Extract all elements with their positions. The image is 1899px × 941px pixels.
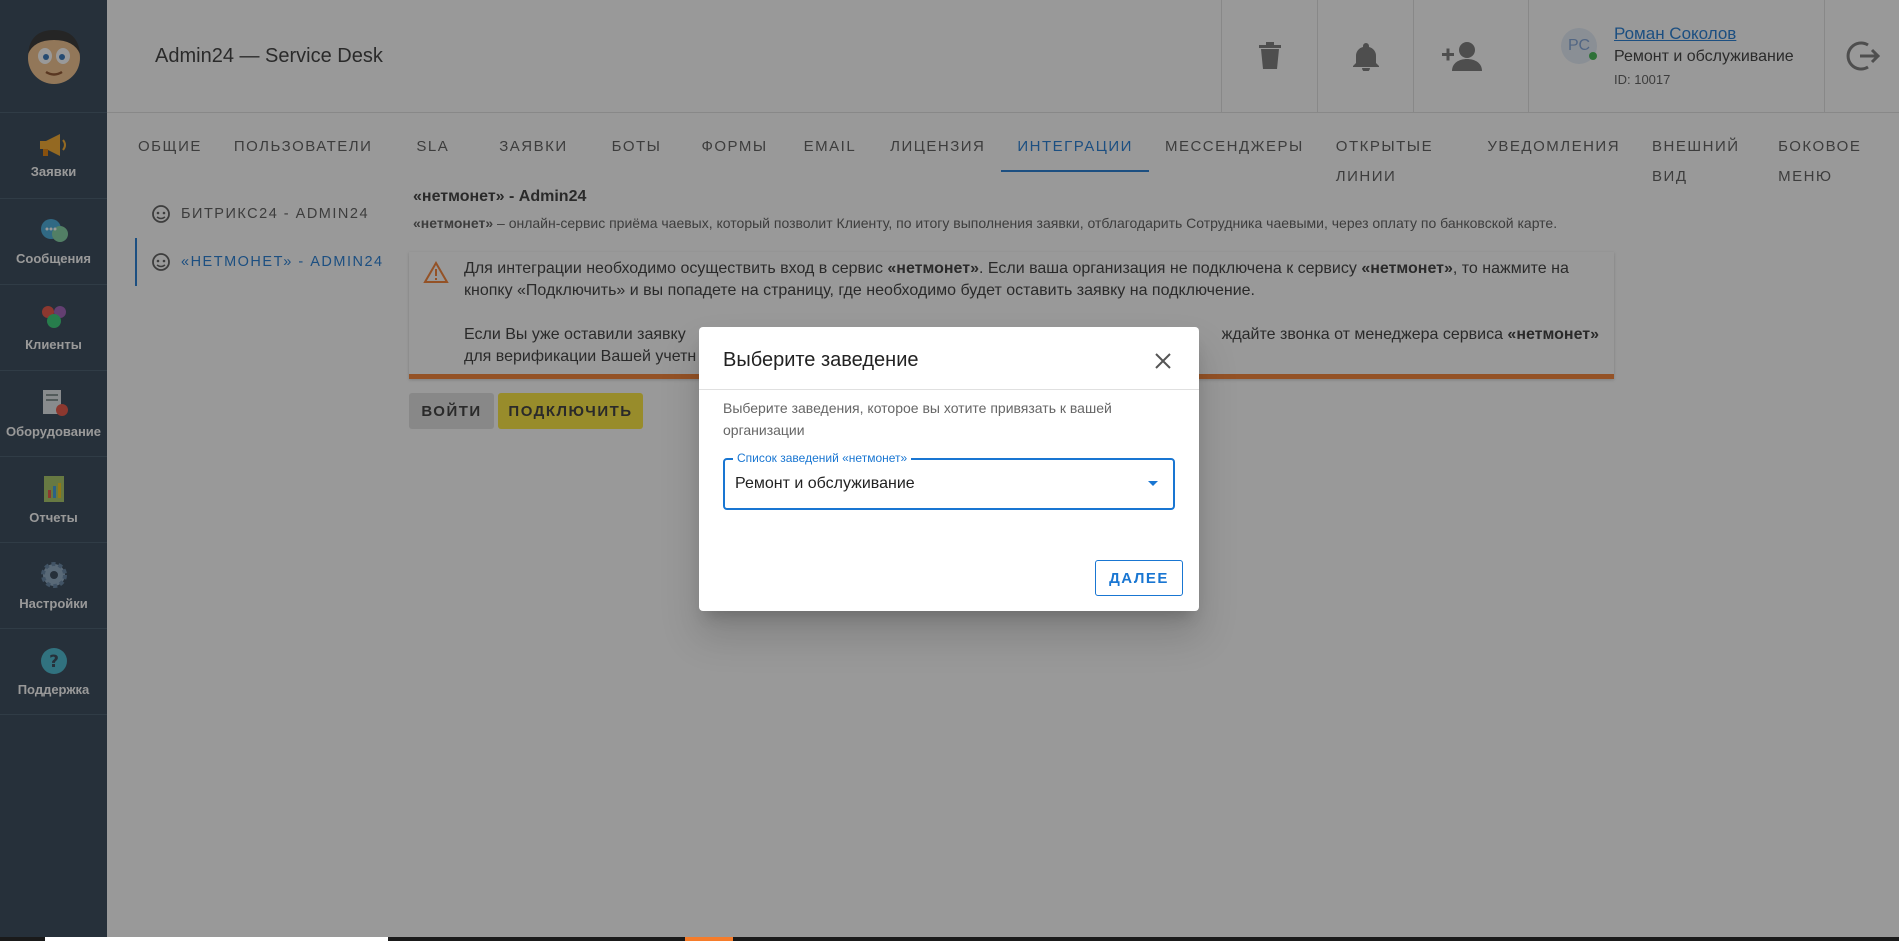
venue-select[interactable]: Список заведений «нетмонет» Ремонт и обс… [723, 451, 1175, 510]
bar-segment-highlight [685, 937, 733, 941]
bottom-bar [0, 937, 1899, 941]
venue-select-value: Ремонт и обслуживание [735, 475, 915, 492]
bar-segment [45, 937, 388, 941]
dialog-divider [699, 389, 1199, 390]
dialog-title: Выберите заведение [723, 349, 919, 371]
dropdown-arrow-icon [1148, 481, 1158, 486]
venue-select-label: Список заведений «нетмонет» [733, 451, 912, 465]
close-icon[interactable] [1151, 349, 1175, 373]
select-venue-dialog: Выберите заведение Выберите заведения, к… [699, 327, 1199, 611]
next-button[interactable]: ДАЛЕЕ [1095, 560, 1183, 596]
dialog-subtitle: Выберите заведения, которое вы хотите пр… [723, 400, 1112, 438]
